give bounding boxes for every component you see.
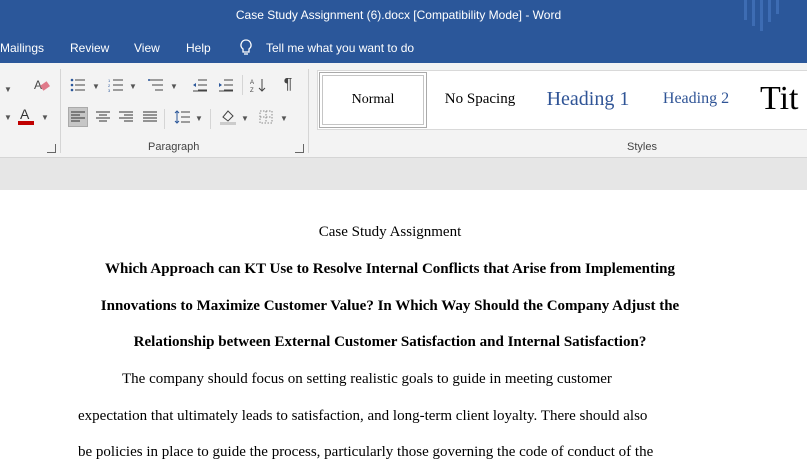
style-title[interactable]: Tit xyxy=(760,72,807,126)
heading-line: Which Approach can KT Use to Resolve Int… xyxy=(105,261,675,277)
chevron-down-icon[interactable]: ▼ xyxy=(92,82,100,91)
ribbon-tab-bar: Mailings Review View Help Tell me what y… xyxy=(0,33,807,63)
bullets-icon[interactable] xyxy=(68,75,88,95)
chevron-down-icon[interactable]: ▼ xyxy=(195,114,203,123)
borders-icon[interactable] xyxy=(256,107,276,127)
align-left-icon[interactable] xyxy=(68,107,88,127)
chevron-down-icon[interactable]: ▼ xyxy=(4,85,12,94)
increase-indent-icon[interactable] xyxy=(216,75,236,95)
ribbon: ▼ A ▼ A ▼ ▼ 123 ▼ ▼ AZ ¶ ▼ ▼ ▼ Paragraph… xyxy=(0,63,807,158)
chevron-down-icon[interactable]: ▼ xyxy=(129,82,137,91)
font-dialog-launcher-icon[interactable] xyxy=(47,144,56,153)
tab-help[interactable]: Help xyxy=(186,41,211,55)
style-heading-2[interactable]: Heading 2 xyxy=(650,72,742,126)
body-line: expectation that ultimately leads to sat… xyxy=(78,408,648,424)
heading-line: Relationship between External Customer S… xyxy=(133,334,647,350)
title-bar: Case Study Assignment (6).docx [Compatib… xyxy=(0,0,807,33)
document-page[interactable]: Case Study Assignment Which Approach can… xyxy=(0,190,807,471)
lightbulb-icon[interactable] xyxy=(240,39,252,58)
body-line: The company should focus on setting real… xyxy=(122,371,612,387)
style-normal[interactable]: Normal xyxy=(319,72,427,128)
tell-me-search[interactable]: Tell me what you want to do xyxy=(266,41,414,55)
svg-text:A: A xyxy=(250,80,254,86)
tab-review[interactable]: Review xyxy=(70,41,109,55)
paragraph-dialog-launcher-icon[interactable] xyxy=(295,144,304,153)
document-title: Case Study Assignment xyxy=(318,224,462,240)
chevron-down-icon[interactable]: ▼ xyxy=(41,113,49,122)
shading-icon[interactable] xyxy=(218,107,238,127)
chevron-down-icon[interactable]: ▼ xyxy=(241,114,249,123)
justify-icon[interactable] xyxy=(140,107,160,127)
align-center-icon[interactable] xyxy=(93,107,113,127)
clear-formatting-icon[interactable]: A xyxy=(32,75,52,95)
font-color-icon[interactable]: A xyxy=(16,106,36,126)
paragraph-group-label: Paragraph xyxy=(148,141,200,153)
chevron-down-icon[interactable]: ▼ xyxy=(170,82,178,91)
tab-view[interactable]: View xyxy=(134,41,160,55)
decrease-indent-icon[interactable] xyxy=(190,75,210,95)
styles-group-label: Styles xyxy=(627,141,657,153)
style-heading-1[interactable]: Heading 1 xyxy=(536,72,640,126)
tab-mailings[interactable]: Mailings xyxy=(0,41,44,55)
show-formatting-marks-icon[interactable]: ¶ xyxy=(278,75,298,95)
svg-text:A: A xyxy=(34,78,42,92)
heading-line: Innovations to Maximize Customer Value? … xyxy=(100,298,680,314)
body-line: be policies in place to guide the proces… xyxy=(78,444,654,460)
multilevel-list-icon[interactable] xyxy=(146,75,166,95)
style-no-spacing[interactable]: No Spacing xyxy=(430,72,530,126)
numbering-icon[interactable]: 123 xyxy=(106,75,126,95)
chevron-down-icon[interactable]: ▼ xyxy=(280,114,288,123)
window-title: Case Study Assignment (6).docx [Compatib… xyxy=(235,8,562,22)
divider xyxy=(164,109,165,129)
align-right-icon[interactable] xyxy=(116,107,136,127)
divider xyxy=(210,109,211,129)
group-divider xyxy=(60,69,61,153)
svg-text:Z: Z xyxy=(250,88,254,93)
svg-text:A: A xyxy=(20,106,30,122)
title-bar-decoration xyxy=(740,0,807,33)
svg-text:3: 3 xyxy=(108,88,111,92)
line-spacing-icon[interactable] xyxy=(172,107,192,127)
document-canvas xyxy=(0,158,807,190)
group-divider xyxy=(308,69,309,153)
divider xyxy=(242,75,243,95)
chevron-down-icon[interactable]: ▼ xyxy=(4,113,12,122)
sort-icon[interactable]: AZ xyxy=(248,75,268,95)
